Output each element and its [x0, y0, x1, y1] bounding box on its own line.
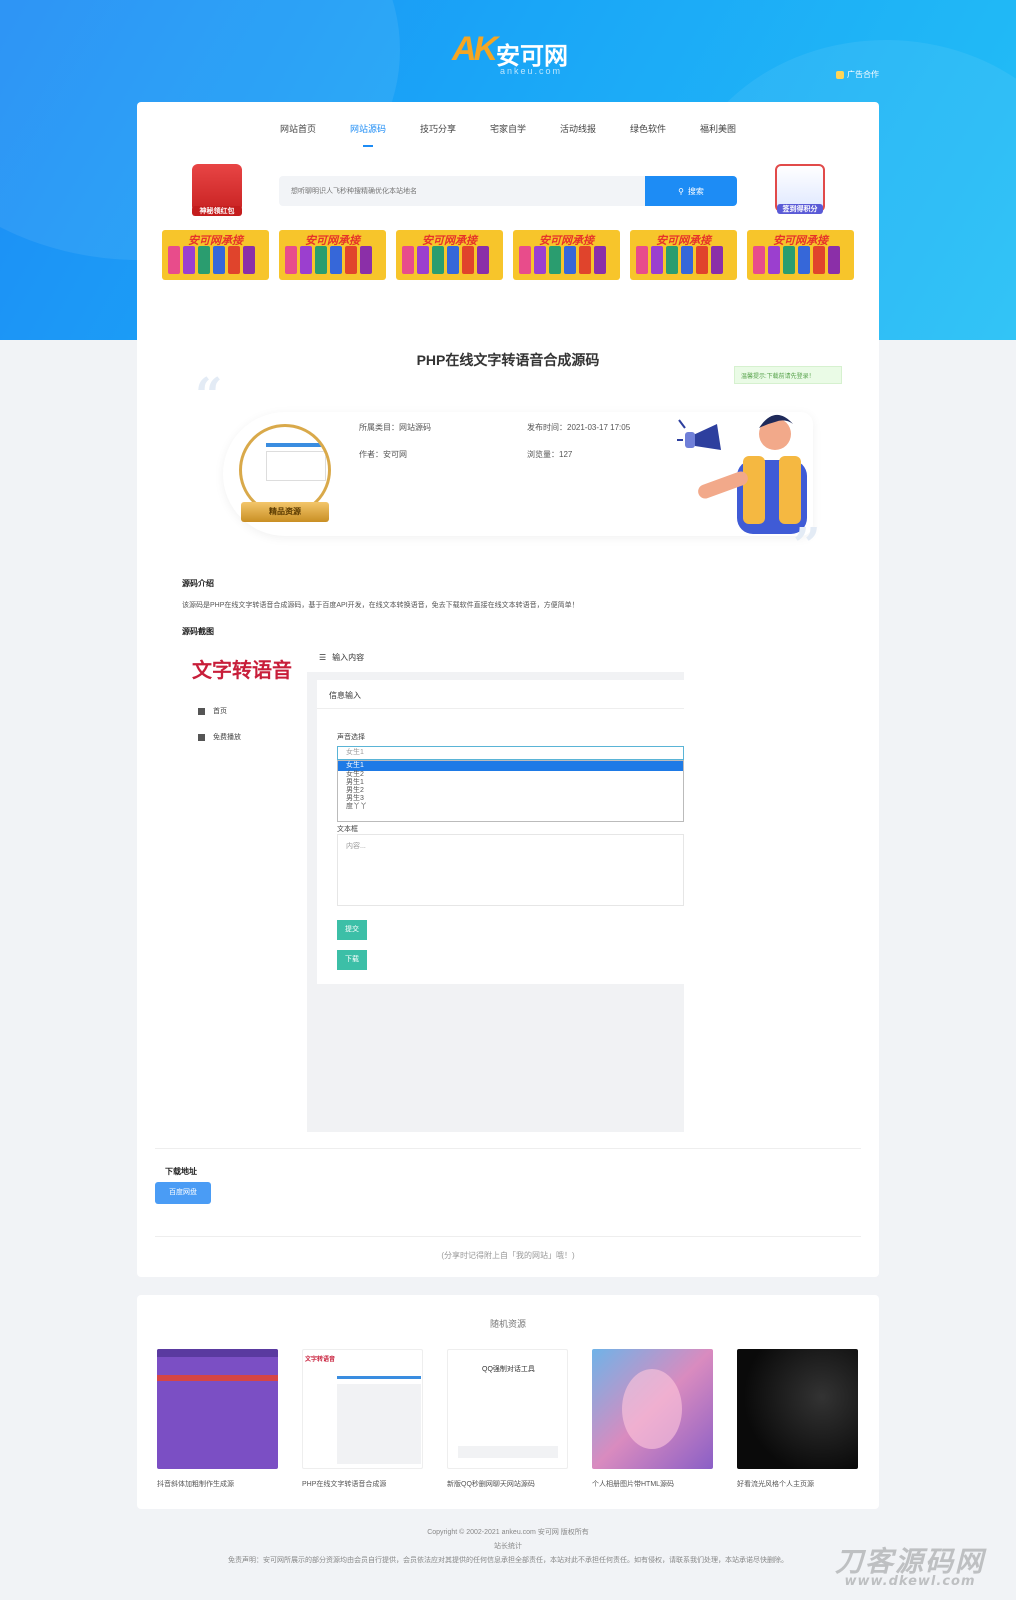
divider: [155, 1236, 861, 1237]
home-icon: [198, 733, 205, 741]
source-screenshot: 文字转语音 首页 免费播放 ☰ 输入内容 信息输入 声音选择 女生1 女生1 女生…: [182, 642, 684, 1132]
random-item[interactable]: 抖音斜体加粗制作生成源: [157, 1349, 278, 1489]
post-category[interactable]: 所属类目：网站源码: [359, 422, 431, 433]
logo-subtext: ankeu.com: [500, 66, 563, 76]
screenshot-menu-play: 免费播放: [198, 732, 241, 742]
random-item[interactable]: 个人相册图片带HTML源码: [592, 1349, 713, 1489]
random-item-thumbnail: [737, 1349, 858, 1469]
ad-banner[interactable]: 安可网承接: [279, 230, 386, 280]
checkin-promo[interactable]: 签到得积分: [775, 164, 825, 214]
watermark: 刀客源码网 www.dkewl.com: [812, 1540, 1008, 1589]
ad-banner[interactable]: 安可网承接: [513, 230, 620, 280]
random-item-caption: 好看流光风格个人主页源: [737, 1481, 814, 1488]
random-item-caption: PHP在线文字转语音合成源: [302, 1481, 387, 1488]
quote-close-icon: ”: [793, 518, 821, 574]
random-item[interactable]: QQ强制对话工具 新版QQ秒删网聊天网站源码: [447, 1349, 568, 1489]
random-item-thumbnail: [592, 1349, 713, 1469]
search-button-label: 搜索: [687, 186, 704, 196]
search-button[interactable]: ⚲ 搜索: [645, 176, 737, 206]
search-bar: ⚲ 搜索: [279, 176, 737, 206]
random-item-thumbnail: 文字转语音: [302, 1349, 423, 1469]
screenshot-menu-home: 首页: [198, 706, 227, 716]
screenshot-form: 信息输入 声音选择 女生1 女生1 女生2 男生1 男生2 男生3 度丫丫 文本…: [317, 680, 684, 984]
random-list: 抖音斜体加粗制作生成源 文字转语音 PHP在线文字转语音合成源 QQ强制对话工具…: [157, 1349, 858, 1489]
ad-banner[interactable]: 安可网承接: [747, 230, 854, 280]
screenshots-heading: 源码截图: [182, 627, 214, 636]
megaphone-mascot-illustration: [677, 414, 807, 534]
random-item-caption: 新版QQ秒删网聊天网站源码: [447, 1481, 535, 1488]
text-label: 文本框: [337, 826, 358, 833]
red-packet-label: 神秘领红包: [192, 206, 242, 216]
ad-banner[interactable]: 安可网承接: [396, 230, 503, 280]
intro-text: 该源码是PHP在线文字转语音合成源码，基于百度API开发，在线文本转换语音，免去…: [182, 602, 579, 609]
random-item-thumbnail: QQ强制对话工具: [447, 1349, 568, 1469]
nav-item-home[interactable]: 网站首页: [263, 122, 333, 147]
screenshot-topbar: ☰ 输入内容: [307, 642, 684, 672]
post-views: 浏览量：127: [527, 450, 573, 459]
baidu-pan-download-button[interactable]: 百度网盘: [155, 1182, 211, 1204]
random-heading: 随机资源: [489, 1319, 526, 1329]
nav-item-source-code[interactable]: 网站源码: [333, 122, 403, 147]
login-notice: 温馨提示:下载前请先登录！: [734, 366, 842, 384]
ad-banner[interactable]: 安可网承接: [630, 230, 737, 280]
random-resources-card: 随机资源 抖音斜体加粗制作生成源 文字转语音 PHP在线文字转语音合成源 QQ强…: [137, 1295, 879, 1509]
screenshot-main: ☰ 输入内容 信息输入 声音选择 女生1 女生1 女生2 男生1 男生2 男生3 …: [307, 642, 684, 1132]
voice-select: 女生1: [337, 746, 684, 760]
ad-icon: [836, 70, 844, 79]
random-item-caption: 抖音斜体加粗制作生成源: [157, 1481, 234, 1488]
ad-cooperation-link[interactable]: 广告合作: [836, 69, 879, 80]
post-publish-time: 发布时间：2021-03-17 17:05: [527, 423, 631, 432]
random-item[interactable]: 好看流光风格个人主页源: [737, 1349, 858, 1489]
site-logo[interactable]: AK 安可网 ankeu.com: [452, 30, 572, 82]
main-card: 网站首页 网站源码 技巧分享 宅家自学 活动线报 绿色软件 福利美图 神秘领红包…: [137, 102, 879, 1277]
random-item-thumbnail: [157, 1349, 278, 1469]
search-input[interactable]: [279, 176, 645, 206]
main-nav: 网站首页 网站源码 技巧分享 宅家自学 活动线报 绿色软件 福利美图: [137, 122, 879, 147]
intro-heading: 源码介绍: [182, 579, 214, 588]
random-item-caption: 个人相册图片带HTML源码: [592, 1481, 675, 1488]
red-packet-promo[interactable]: 神秘领红包: [192, 164, 242, 216]
download-heading: 下载地址: [165, 1167, 197, 1176]
premium-ribbon: 精品资源: [241, 502, 329, 522]
screenshot-sidebar: 文字转语音 首页 免费播放: [182, 642, 307, 1132]
footer-copyright: Copyright © 2002-2021 ankeu.com 安可网 版权所有: [427, 1529, 589, 1536]
screenshot-form-heading: 信息输入: [329, 691, 361, 700]
post-author: 作者：安可网: [359, 450, 407, 459]
ad-banner-row: 安可网承接 安可网承接 安可网承接 安可网承接 安可网承接 安可网承接: [162, 230, 854, 280]
divider: [155, 1148, 861, 1149]
text-area-preview: 内容...: [337, 834, 684, 906]
nav-item-activities[interactable]: 活动线报: [543, 122, 613, 147]
ad-banner[interactable]: 安可网承接: [162, 230, 269, 280]
nav-item-tips[interactable]: 技巧分享: [403, 122, 473, 147]
checkin-label: 签到得积分: [777, 204, 823, 214]
nav-item-self-study[interactable]: 宅家自学: [473, 122, 543, 147]
ad-link-label: 广告合作: [847, 70, 879, 79]
voice-label: 声音选择: [337, 734, 365, 741]
download-preview-button: 下载: [337, 950, 367, 970]
menu-icon: ☰: [319, 652, 327, 662]
voice-dropdown: 女生1 女生2 男生1 男生2 男生3 度丫丫: [337, 760, 684, 822]
submit-preview-button: 提交: [337, 920, 367, 940]
logo-mark: AK: [452, 30, 498, 68]
home-icon: [198, 707, 205, 715]
share-note: (分享时记得附上自「我的网站」哦！): [441, 1251, 575, 1260]
quote-open-icon: “: [195, 368, 223, 424]
random-item[interactable]: 文字转语音 PHP在线文字转语音合成源: [302, 1349, 423, 1489]
screenshot-logo: 文字转语音: [192, 658, 292, 682]
nav-item-software[interactable]: 绿色软件: [613, 122, 683, 147]
search-icon: ⚲: [678, 186, 684, 196]
nav-item-pictures[interactable]: 福利美图: [683, 122, 753, 147]
random-item-3-title: QQ强制对话工具: [482, 1366, 535, 1373]
